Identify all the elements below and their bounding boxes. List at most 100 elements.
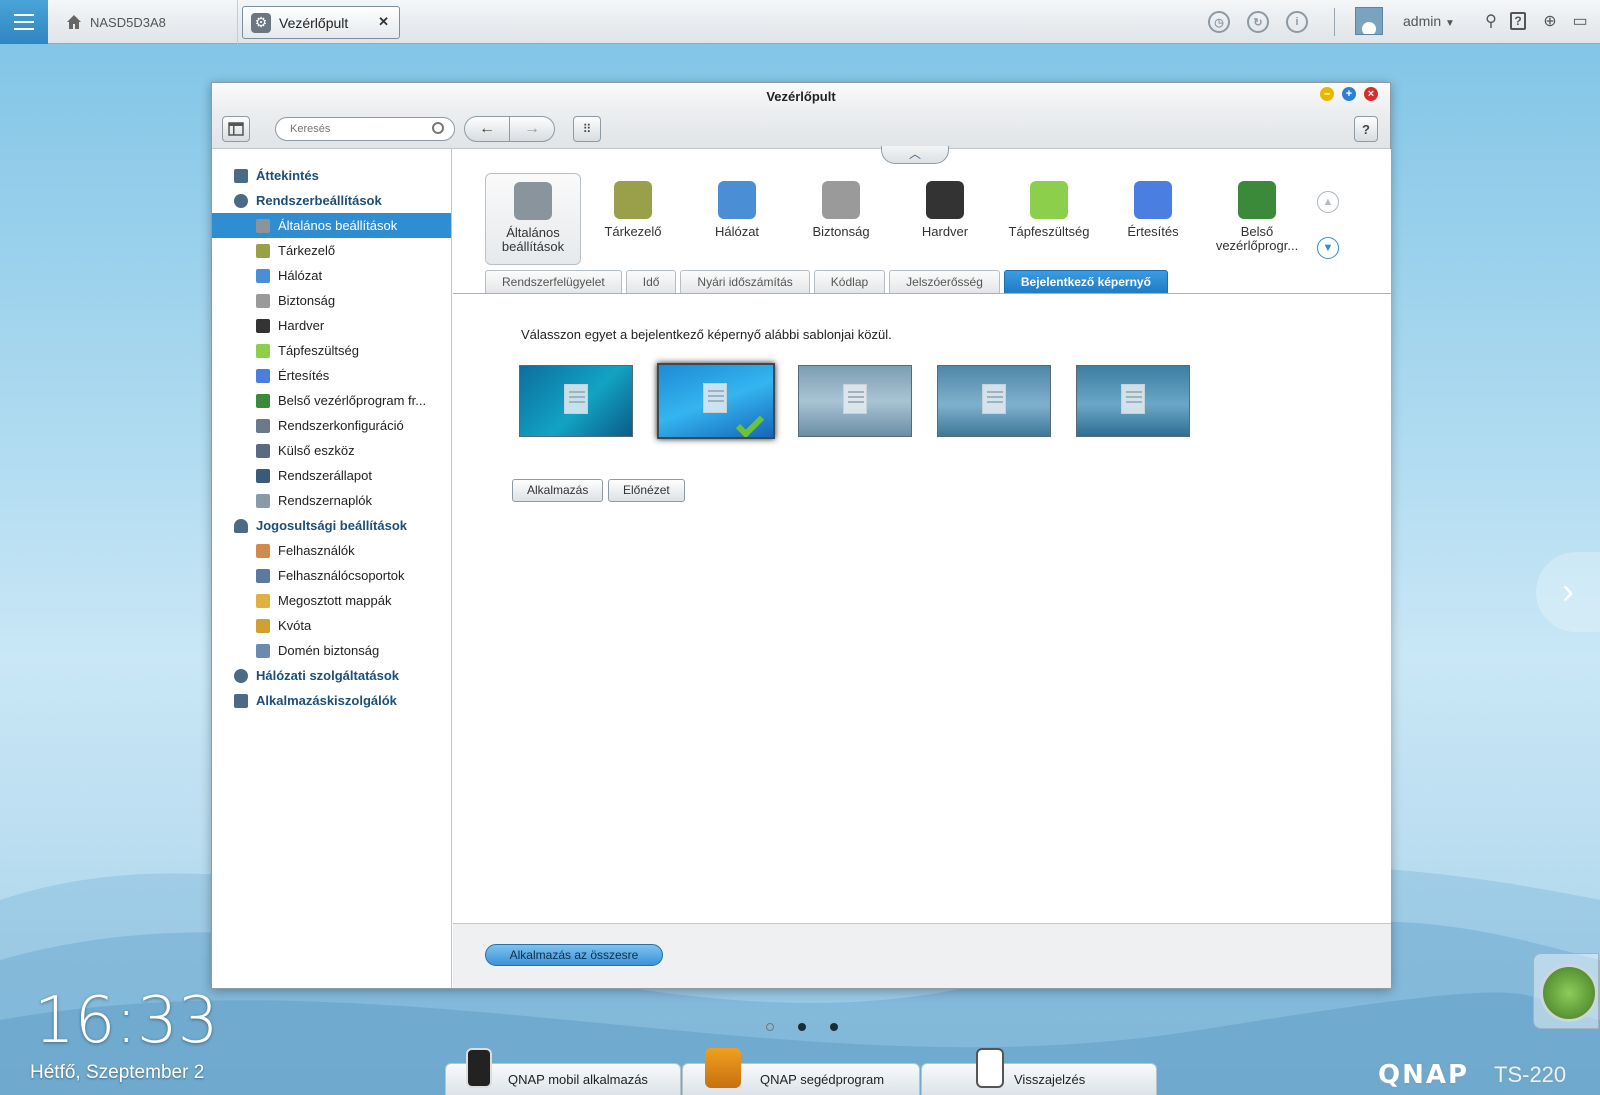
search-input[interactable]: Keresés <box>275 117 455 141</box>
close-window-icon[interactable]: × <box>1364 87 1378 101</box>
window-footer: Alkalmazás az összesre <box>453 923 1391 988</box>
dock-utility[interactable]: QNAP segédprogram <box>682 1048 920 1095</box>
help-button[interactable]: ? <box>1354 116 1378 142</box>
dock-feedback[interactable]: Visszajelzés <box>921 1048 1157 1095</box>
login-template-5[interactable] <box>1076 365 1190 437</box>
sidebar-item-label: Rendszerkonfiguráció <box>278 418 404 433</box>
control-panel-window: Vezérlőpult – + × Keresés ← → ⠿ ? Átteki… <box>211 82 1391 989</box>
sidebar-item-power-bulb[interactable]: Tápfeszültség <box>212 338 451 363</box>
category-label: Belső vezérlőprogr... <box>1215 224 1299 253</box>
app-grid-button[interactable]: ⠿ <box>573 116 601 142</box>
model-label: TS-220 <box>1494 1062 1567 1087</box>
main-menu-button[interactable] <box>0 0 48 44</box>
dashboard-gauge-widget[interactable] <box>1533 953 1599 1029</box>
sidebar-item-system-logs[interactable]: Rendszernaplók <box>212 488 451 513</box>
sidebar-item-general-settings[interactable]: Általános beállítások <box>212 213 451 238</box>
category-hardware[interactable]: Hardver <box>897 173 993 265</box>
tab-0[interactable]: Rendszerfelügyelet <box>485 270 622 293</box>
toggle-sidebar-button[interactable] <box>222 116 250 142</box>
scroll-up-button[interactable]: ▲ <box>1317 191 1339 213</box>
category-label: Általános beállítások <box>501 225 565 254</box>
domain-security-icon <box>256 643 270 658</box>
desktop-date: Hétfő, Szeptember 2 <box>30 1062 205 1083</box>
page-dot[interactable] <box>798 1023 806 1031</box>
category-firmware[interactable]: Belső vezérlőprogr... <box>1209 173 1305 265</box>
sidebar-item-hardware[interactable]: Hardver <box>212 313 451 338</box>
sidebar-toggle-icon <box>228 122 244 136</box>
sidebar-item-user-groups[interactable]: Felhasználócsoportok <box>212 563 451 588</box>
minimize-icon[interactable]: – <box>1320 87 1334 101</box>
help-icon[interactable]: ? <box>1510 12 1526 30</box>
apply-all-button[interactable]: Alkalmazás az összesre <box>485 944 663 966</box>
sync-button[interactable]: ↻ <box>1247 0 1269 44</box>
sidebar-item-network[interactable]: Hálózat <box>212 263 451 288</box>
login-template-2[interactable] <box>657 363 775 439</box>
sidebar-item-firmware[interactable]: Belső vezérlőprogram fr... <box>212 388 451 413</box>
sidebar-item-shared-folder[interactable]: Megosztott mappák <box>212 588 451 613</box>
info-button[interactable]: i <box>1286 0 1308 44</box>
sidebar-item-user[interactable]: Felhasználók <box>212 538 451 563</box>
page-dot[interactable] <box>830 1023 838 1031</box>
sidebar-section-app-servers[interactable]: Alkalmazáskiszolgálók <box>212 688 451 713</box>
collapse-categories-button[interactable]: ︿ <box>881 146 949 164</box>
category-storage[interactable]: Tárkezelő <box>585 173 681 265</box>
sidebar-section-privilege[interactable]: Jogosultsági beállítások <box>212 513 451 538</box>
search-icon <box>432 122 444 134</box>
sidebar-item-external-device[interactable]: Külső eszköz <box>212 438 451 463</box>
clock-icon: ◷ <box>1208 11 1230 33</box>
sidebar-item-quota[interactable]: Kvóta <box>212 613 451 638</box>
system-logs-icon <box>256 493 270 508</box>
hamburger-icon <box>14 21 34 23</box>
user-menu[interactable]: admin ▼ <box>1403 13 1455 29</box>
tab-5[interactable]: Bejelentkező képernyő <box>1003 270 1168 293</box>
sidebar-section-system[interactable]: Rendszerbeállítások <box>212 188 451 213</box>
category-label: Tápfeszültség <box>1008 224 1090 239</box>
window-titlebar[interactable]: Vezérlőpult – + × <box>212 83 1390 111</box>
sidebar-item-system-status[interactable]: Rendszerállapot <box>212 463 451 488</box>
back-button[interactable]: ← <box>464 116 510 142</box>
template-preview-card <box>1121 384 1145 414</box>
control-panel-tab[interactable]: ⚙ Vezérlőpult ✕ <box>242 6 400 39</box>
close-tab-icon[interactable]: ✕ <box>378 14 389 30</box>
main-panel: ︿ Általános beállítások Tárkezelő Hálózat B… <box>453 146 1391 988</box>
sidebar-item-storage[interactable]: Tárkezelő <box>212 238 451 263</box>
host-home-tab[interactable]: NASD5D3A8 <box>52 0 238 44</box>
avatar[interactable] <box>1355 7 1383 35</box>
sidebar-item-lock[interactable]: Biztonság <box>212 288 451 313</box>
maximize-icon[interactable]: + <box>1342 87 1356 101</box>
sidebar-item-domain-security[interactable]: Domén biztonság <box>212 638 451 663</box>
scroll-down-button[interactable]: ▼ <box>1317 237 1339 259</box>
checkmark-icon <box>735 409 765 437</box>
desktop-display-icon[interactable]: ▭ <box>1570 12 1590 32</box>
search-icon[interactable]: ⚲ <box>1481 12 1501 32</box>
page-dot[interactable] <box>766 1023 774 1031</box>
tab-4[interactable]: Jelszóerősség <box>889 270 1000 293</box>
sidebar-item-config[interactable]: Rendszerkonfiguráció <box>212 413 451 438</box>
tab-divider <box>453 293 1391 294</box>
tab-3[interactable]: Kódlap <box>813 270 886 293</box>
dock-mobile-app[interactable]: QNAP mobil alkalmazás <box>445 1048 681 1095</box>
forward-button[interactable]: → <box>509 116 555 142</box>
language-globe-icon[interactable]: ⊕ <box>1540 12 1560 32</box>
shared-folder-icon <box>256 593 270 608</box>
sidebar-item-notification[interactable]: Értesítés <box>212 363 451 388</box>
login-template-1[interactable] <box>519 365 633 437</box>
sidebar-section-network-services[interactable]: Hálózati szolgáltatások <box>212 663 451 688</box>
section-label: Rendszerbeállítások <box>256 193 382 208</box>
login-template-4[interactable] <box>937 365 1051 437</box>
storage-icon <box>614 181 652 219</box>
category-power-bulb[interactable]: Tápfeszültség <box>1001 173 1097 265</box>
lock-icon <box>822 181 860 219</box>
tab-2[interactable]: Nyári időszámítás <box>680 270 810 293</box>
tab-1[interactable]: Idő <box>625 270 677 293</box>
category-general-settings[interactable]: Általános beállítások <box>485 173 581 265</box>
apply-button[interactable]: Alkalmazás <box>512 479 604 502</box>
hardware-icon <box>926 181 964 219</box>
category-notification[interactable]: Értesítés <box>1105 173 1201 265</box>
category-network[interactable]: Hálózat <box>689 173 785 265</box>
preview-button[interactable]: Előnézet <box>608 479 685 502</box>
login-template-3[interactable] <box>798 365 912 437</box>
sidebar-section-overview[interactable]: Áttekintés <box>212 163 451 188</box>
background-tasks-button[interactable]: ◷ <box>1208 0 1230 44</box>
category-lock[interactable]: Biztonság <box>793 173 889 265</box>
